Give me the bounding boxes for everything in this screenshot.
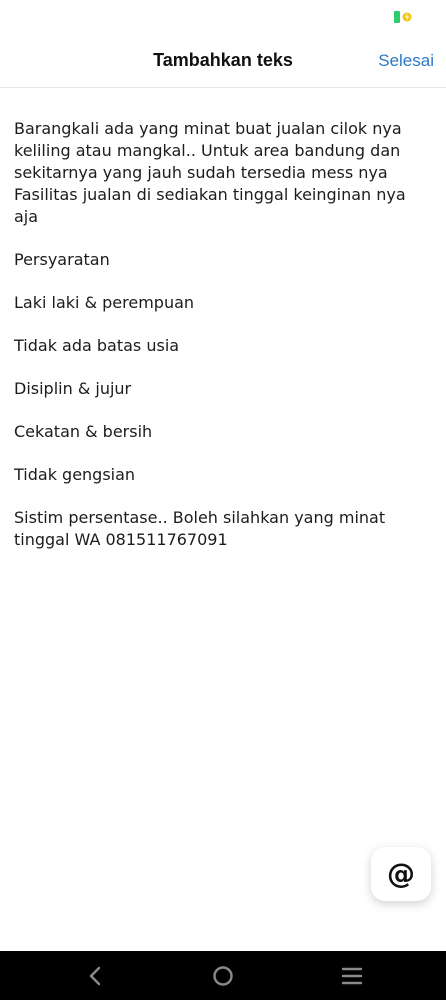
editor-paragraph: Disiplin & jujur [14,379,132,398]
home-icon[interactable] [210,963,236,989]
editor-paragraph: Persyaratan [14,250,110,269]
status-bar [0,0,446,40]
editor-paragraph: Sistim persentase.. Boleh silahkan yang … [14,508,391,549]
text-editor[interactable]: Barangkali ada yang minat buat jualan ci… [14,118,424,918]
status-icons [394,11,412,23]
header-bar: Tambahkan teks Selesai [0,40,446,88]
editor-paragraph: Tidak ada batas usia [14,336,180,355]
editor-paragraph: Laki laki & perempuan [14,293,195,312]
editor-paragraph: Cekatan & bersih [14,422,153,441]
editor-paragraph: Tidak gengsian [14,465,136,484]
mention-button[interactable]: @ [371,847,431,901]
editor-paragraph: Barangkali ada yang minat buat jualan ci… [14,119,411,226]
back-icon[interactable] [83,963,109,989]
charging-icon [402,12,412,22]
menu-icon[interactable] [339,963,365,989]
done-button[interactable]: Selesai [378,51,434,71]
battery-icon [394,11,400,23]
navigation-bar [0,951,446,1000]
at-sign-icon: @ [387,857,415,890]
